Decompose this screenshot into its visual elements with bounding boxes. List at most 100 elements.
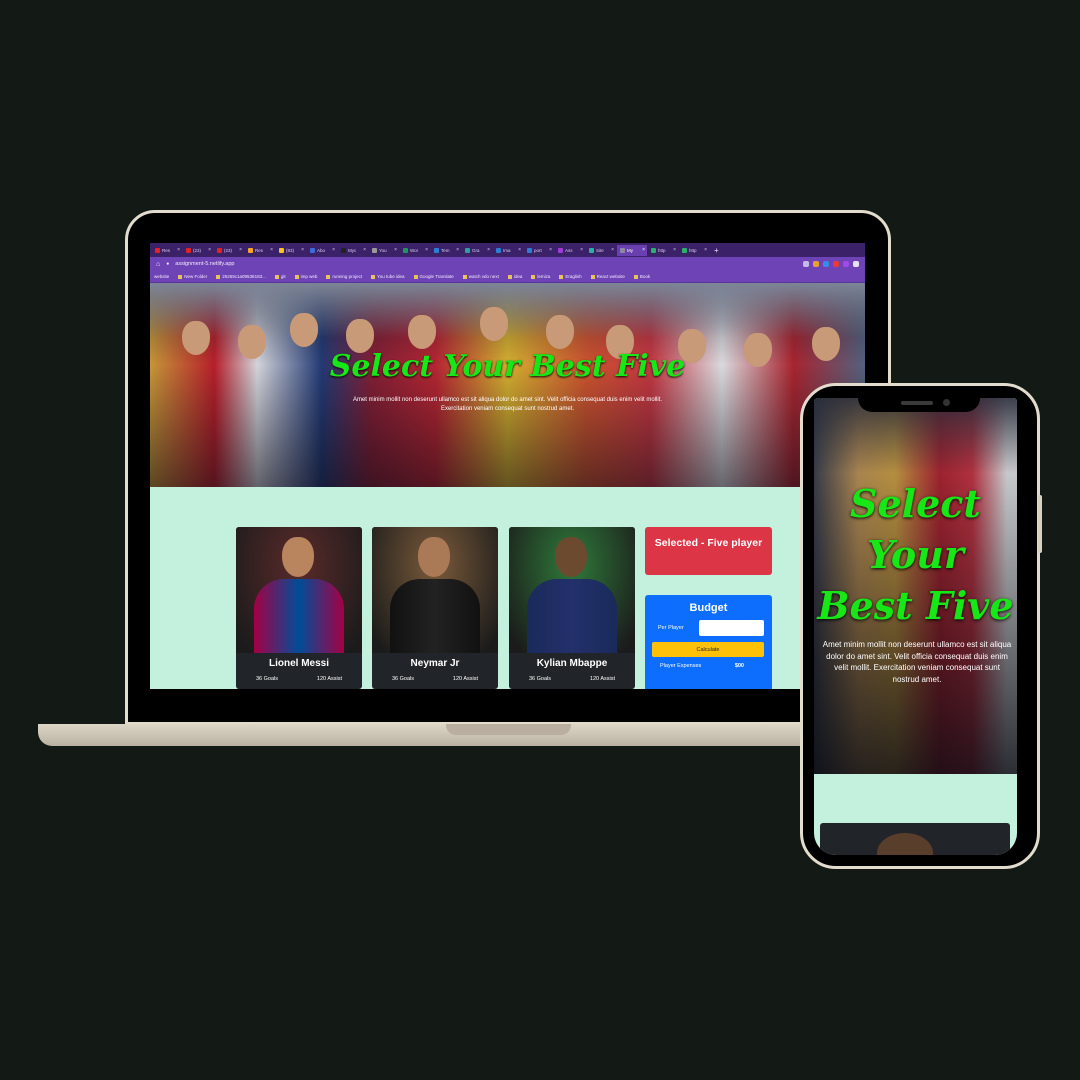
browser-tab[interactable]: (83) × [276, 245, 306, 256]
tab-label: Site [596, 247, 604, 253]
tab-favicon-icon [496, 247, 501, 253]
player-name: Lionel Messi [268, 658, 329, 669]
close-icon[interactable]: × [642, 247, 645, 253]
folder-icon [326, 274, 331, 279]
browser-tab[interactable]: Res × [152, 245, 182, 256]
tab-label: http [689, 247, 697, 253]
browser-tab[interactable]: Gra × [462, 245, 492, 256]
browser-tab[interactable]: (23) × [214, 245, 244, 256]
tab-label: Res [255, 247, 264, 253]
close-icon[interactable]: × [177, 247, 180, 253]
selected-title: Selected - Five player [654, 537, 763, 549]
bookmark-item[interactable]: idea [507, 274, 522, 279]
url-text[interactable]: assignment-5.netlify.app [175, 261, 234, 267]
browser-tab[interactable]: Abo × [307, 245, 337, 256]
tab-favicon-icon [248, 247, 253, 253]
tab-label: Wor [410, 247, 419, 253]
bookmark-item[interactable]: watch vdo next [462, 274, 499, 279]
phone-hero-banner: Select Your Best Five Amet minim mollit … [814, 398, 1017, 774]
tab-label: (83) [286, 247, 295, 253]
bookmark-item[interactable]: Book [633, 274, 650, 279]
browser-tab[interactable]: You × [369, 245, 399, 256]
folder-icon [559, 274, 564, 279]
phone-speaker [901, 401, 933, 405]
browser-tab[interactable]: My × [617, 244, 647, 256]
close-icon[interactable]: × [301, 247, 304, 253]
close-icon[interactable]: × [549, 247, 552, 253]
browser-tab[interactable]: Site × [586, 245, 616, 256]
browser-tab[interactable]: Ass × [555, 245, 585, 256]
address-bar[interactable]: ⌂ ● assignment-5.netlify.app [150, 257, 865, 271]
close-icon[interactable]: × [456, 247, 459, 253]
tab-label: My [627, 247, 633, 253]
close-icon[interactable]: × [580, 247, 583, 253]
bookmark-item[interactable]: website [154, 274, 169, 279]
player-head [282, 537, 314, 577]
phone-hero-description: Amet minim mollit non deserunt ullamco e… [822, 640, 1012, 684]
browser-tab[interactable]: Wor × [400, 245, 430, 256]
close-icon[interactable]: × [332, 247, 335, 253]
tab-label: http [658, 247, 666, 253]
close-icon[interactable]: × [208, 247, 211, 253]
calculate-button[interactable]: Calculate [652, 642, 764, 657]
folder-icon [462, 274, 467, 279]
new-tab-button[interactable]: + [714, 246, 719, 255]
browser-tab[interactable]: port × [524, 245, 554, 256]
bookmark-item[interactable]: Eraglish [559, 274, 582, 279]
per-player-input[interactable] [699, 620, 764, 636]
browser-tab[interactable]: Myc × [338, 245, 368, 256]
hero-title: Select Your Best Five [329, 349, 686, 384]
browser-tab[interactable]: Ima × [493, 245, 523, 256]
puzzle-icon[interactable] [853, 261, 859, 267]
close-icon[interactable]: × [363, 247, 366, 253]
extension-icon[interactable] [823, 261, 829, 267]
close-icon[interactable]: × [673, 247, 676, 253]
bookmark-label: running project [332, 274, 363, 279]
bookmark-item[interactable]: React website [590, 274, 625, 279]
close-icon[interactable]: × [239, 247, 242, 253]
close-icon[interactable]: × [487, 247, 490, 253]
player-kit [390, 579, 480, 653]
browser-tab[interactable]: Tem × [431, 245, 461, 256]
player-card[interactable]: Lionel Messi 36 Goals 120 Assist [236, 527, 362, 689]
bookmark-label: watch vdo next [468, 274, 499, 279]
star-icon[interactable] [803, 261, 809, 267]
bookmark-item[interactable]: lemiza [531, 274, 550, 279]
browser-tab[interactable]: http × [679, 245, 709, 256]
close-icon[interactable]: × [518, 247, 521, 253]
bookmark-item[interactable]: New Folder [178, 274, 207, 279]
extension-icons [803, 261, 859, 267]
phone-screen: Select Your Best Five Amet minim mollit … [814, 398, 1017, 855]
tab-label: (23) [193, 247, 202, 253]
close-icon[interactable]: × [270, 247, 273, 253]
extension-icon[interactable] [833, 261, 839, 267]
bookmark-item[interactable]: running project [326, 274, 362, 279]
extension-icon[interactable] [813, 261, 819, 267]
player-photo [509, 527, 635, 653]
browser-tab[interactable]: Res × [245, 245, 275, 256]
extension-icon[interactable] [843, 261, 849, 267]
phone-player-card [820, 823, 1010, 855]
player-card[interactable]: Kylian Mbappe 36 Goals 120 Assist [509, 527, 635, 689]
tab-favicon-icon [558, 247, 563, 253]
hero-description: Amet minim mollit non deserunt ullamco e… [352, 397, 663, 412]
close-icon[interactable]: × [704, 247, 707, 253]
browser-tab[interactable]: (23) × [183, 245, 213, 256]
bookmark-item[interactable]: Google Translate [413, 274, 454, 279]
bookmark-item[interactable]: imp web [294, 274, 317, 279]
player-head [418, 537, 450, 577]
tab-favicon-icon [310, 247, 315, 253]
tab-label: (23) [224, 247, 233, 253]
player-card[interactable]: Neymar Jr 36 Goals 120 Assist [372, 527, 498, 689]
close-icon[interactable]: × [611, 247, 614, 253]
tab-favicon-icon [434, 247, 439, 253]
close-icon[interactable]: × [425, 247, 428, 253]
tab-favicon-icon [186, 247, 191, 253]
bookmark-item[interactable]: 26269c1a09538183... [216, 274, 266, 279]
lock-icon: ● [166, 261, 170, 267]
browser-tab[interactable]: http × [648, 245, 678, 256]
bookmark-item[interactable]: You tube idea [371, 274, 405, 279]
close-icon[interactable]: × [394, 247, 397, 253]
bookmark-item[interactable]: git [274, 274, 286, 279]
home-icon[interactable]: ⌂ [156, 261, 160, 268]
